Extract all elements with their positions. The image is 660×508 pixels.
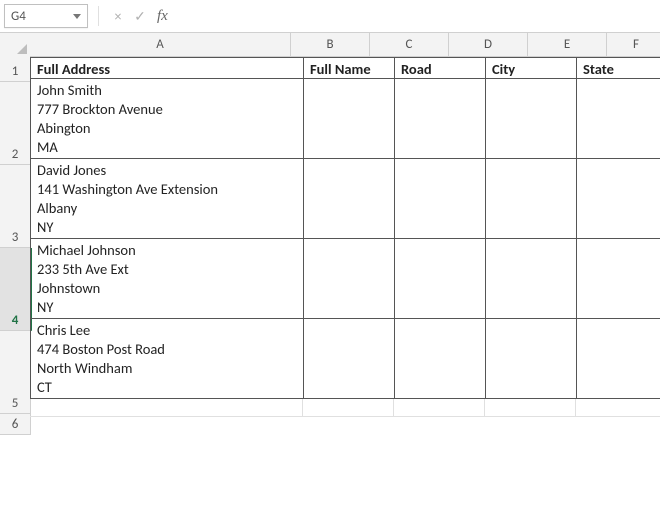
cell-B1[interactable]: Full Name — [304, 57, 395, 79]
col-header-E[interactable]: E — [528, 33, 607, 57]
cell-D5[interactable] — [486, 319, 577, 399]
formula-bar: G4 × ✓ fx — [0, 0, 660, 33]
row-headers: 1 2 3 4 5 6 — [0, 57, 32, 435]
cell-B5[interactable] — [304, 319, 395, 399]
cell-E2[interactable] — [577, 79, 660, 159]
cell-E4[interactable] — [577, 239, 660, 319]
confirm-icon[interactable]: ✓ — [131, 7, 149, 25]
cell-A6[interactable] — [30, 399, 303, 417]
cell-E3[interactable] — [577, 159, 660, 239]
table-row: Chris Lee 474 Boston Post Road North Win… — [30, 319, 660, 399]
cell-C2[interactable] — [395, 79, 486, 159]
cell-B3[interactable] — [304, 159, 395, 239]
separator — [98, 6, 99, 26]
cell-B6[interactable] — [303, 399, 394, 417]
cell-B4[interactable] — [304, 239, 395, 319]
fx-icon[interactable]: fx — [157, 8, 168, 25]
row-header-4[interactable]: 4 — [0, 248, 32, 331]
cell-D4[interactable] — [486, 239, 577, 319]
row-header-3[interactable]: 3 — [0, 165, 31, 248]
col-header-A[interactable]: A — [30, 33, 291, 57]
chevron-down-icon[interactable] — [73, 14, 81, 19]
table-row: John Smith 777 Brockton Avenue Abington … — [30, 79, 660, 159]
cell-E6[interactable] — [576, 399, 660, 417]
row-header-6[interactable]: 6 — [0, 414, 31, 435]
col-header-B[interactable]: B — [291, 33, 370, 57]
cell-A3[interactable]: David Jones 141 Washington Ave Extension… — [30, 159, 304, 239]
cell-E5[interactable] — [577, 319, 660, 399]
cell-D1[interactable]: City — [486, 57, 577, 79]
table-row: David Jones 141 Washington Ave Extension… — [30, 159, 660, 239]
cancel-icon[interactable]: × — [109, 7, 127, 25]
cell-C5[interactable] — [395, 319, 486, 399]
col-header-D[interactable]: D — [449, 33, 528, 57]
table-row: Michael Johnson 233 5th Ave Ext Johnstow… — [30, 239, 660, 319]
cell-D3[interactable] — [486, 159, 577, 239]
cell-C6[interactable] — [394, 399, 485, 417]
cell-A5[interactable]: Chris Lee 474 Boston Post Road North Win… — [30, 319, 304, 399]
table-row — [30, 399, 660, 417]
cell-D6[interactable] — [485, 399, 576, 417]
col-header-C[interactable]: C — [370, 33, 449, 57]
cell-E1[interactable]: State — [577, 57, 660, 79]
row-header-1[interactable]: 1 — [0, 57, 31, 82]
cell-C1[interactable]: Road — [395, 57, 486, 79]
cell-C4[interactable] — [395, 239, 486, 319]
cell-A2[interactable]: John Smith 777 Brockton Avenue Abington … — [30, 79, 304, 159]
col-header-F[interactable]: F — [607, 33, 660, 57]
row-header-2[interactable]: 2 — [0, 82, 31, 165]
cell-A4[interactable]: Michael Johnson 233 5th Ave Ext Johnstow… — [30, 239, 304, 319]
name-box[interactable]: G4 — [4, 4, 88, 28]
select-all-corner[interactable] — [0, 33, 31, 58]
row-header-5[interactable]: 5 — [0, 331, 31, 414]
name-box-value: G4 — [11, 9, 26, 24]
formula-input[interactable] — [178, 5, 656, 27]
cell-C3[interactable] — [395, 159, 486, 239]
cell-A1[interactable]: Full Address — [30, 57, 304, 79]
cell-D2[interactable] — [486, 79, 577, 159]
cell-B2[interactable] — [304, 79, 395, 159]
column-headers: A B C D E F — [30, 33, 660, 57]
table-row: Full Address Full Name Road City State — [30, 57, 660, 79]
cells: Full Address Full Name Road City State J… — [30, 57, 660, 417]
